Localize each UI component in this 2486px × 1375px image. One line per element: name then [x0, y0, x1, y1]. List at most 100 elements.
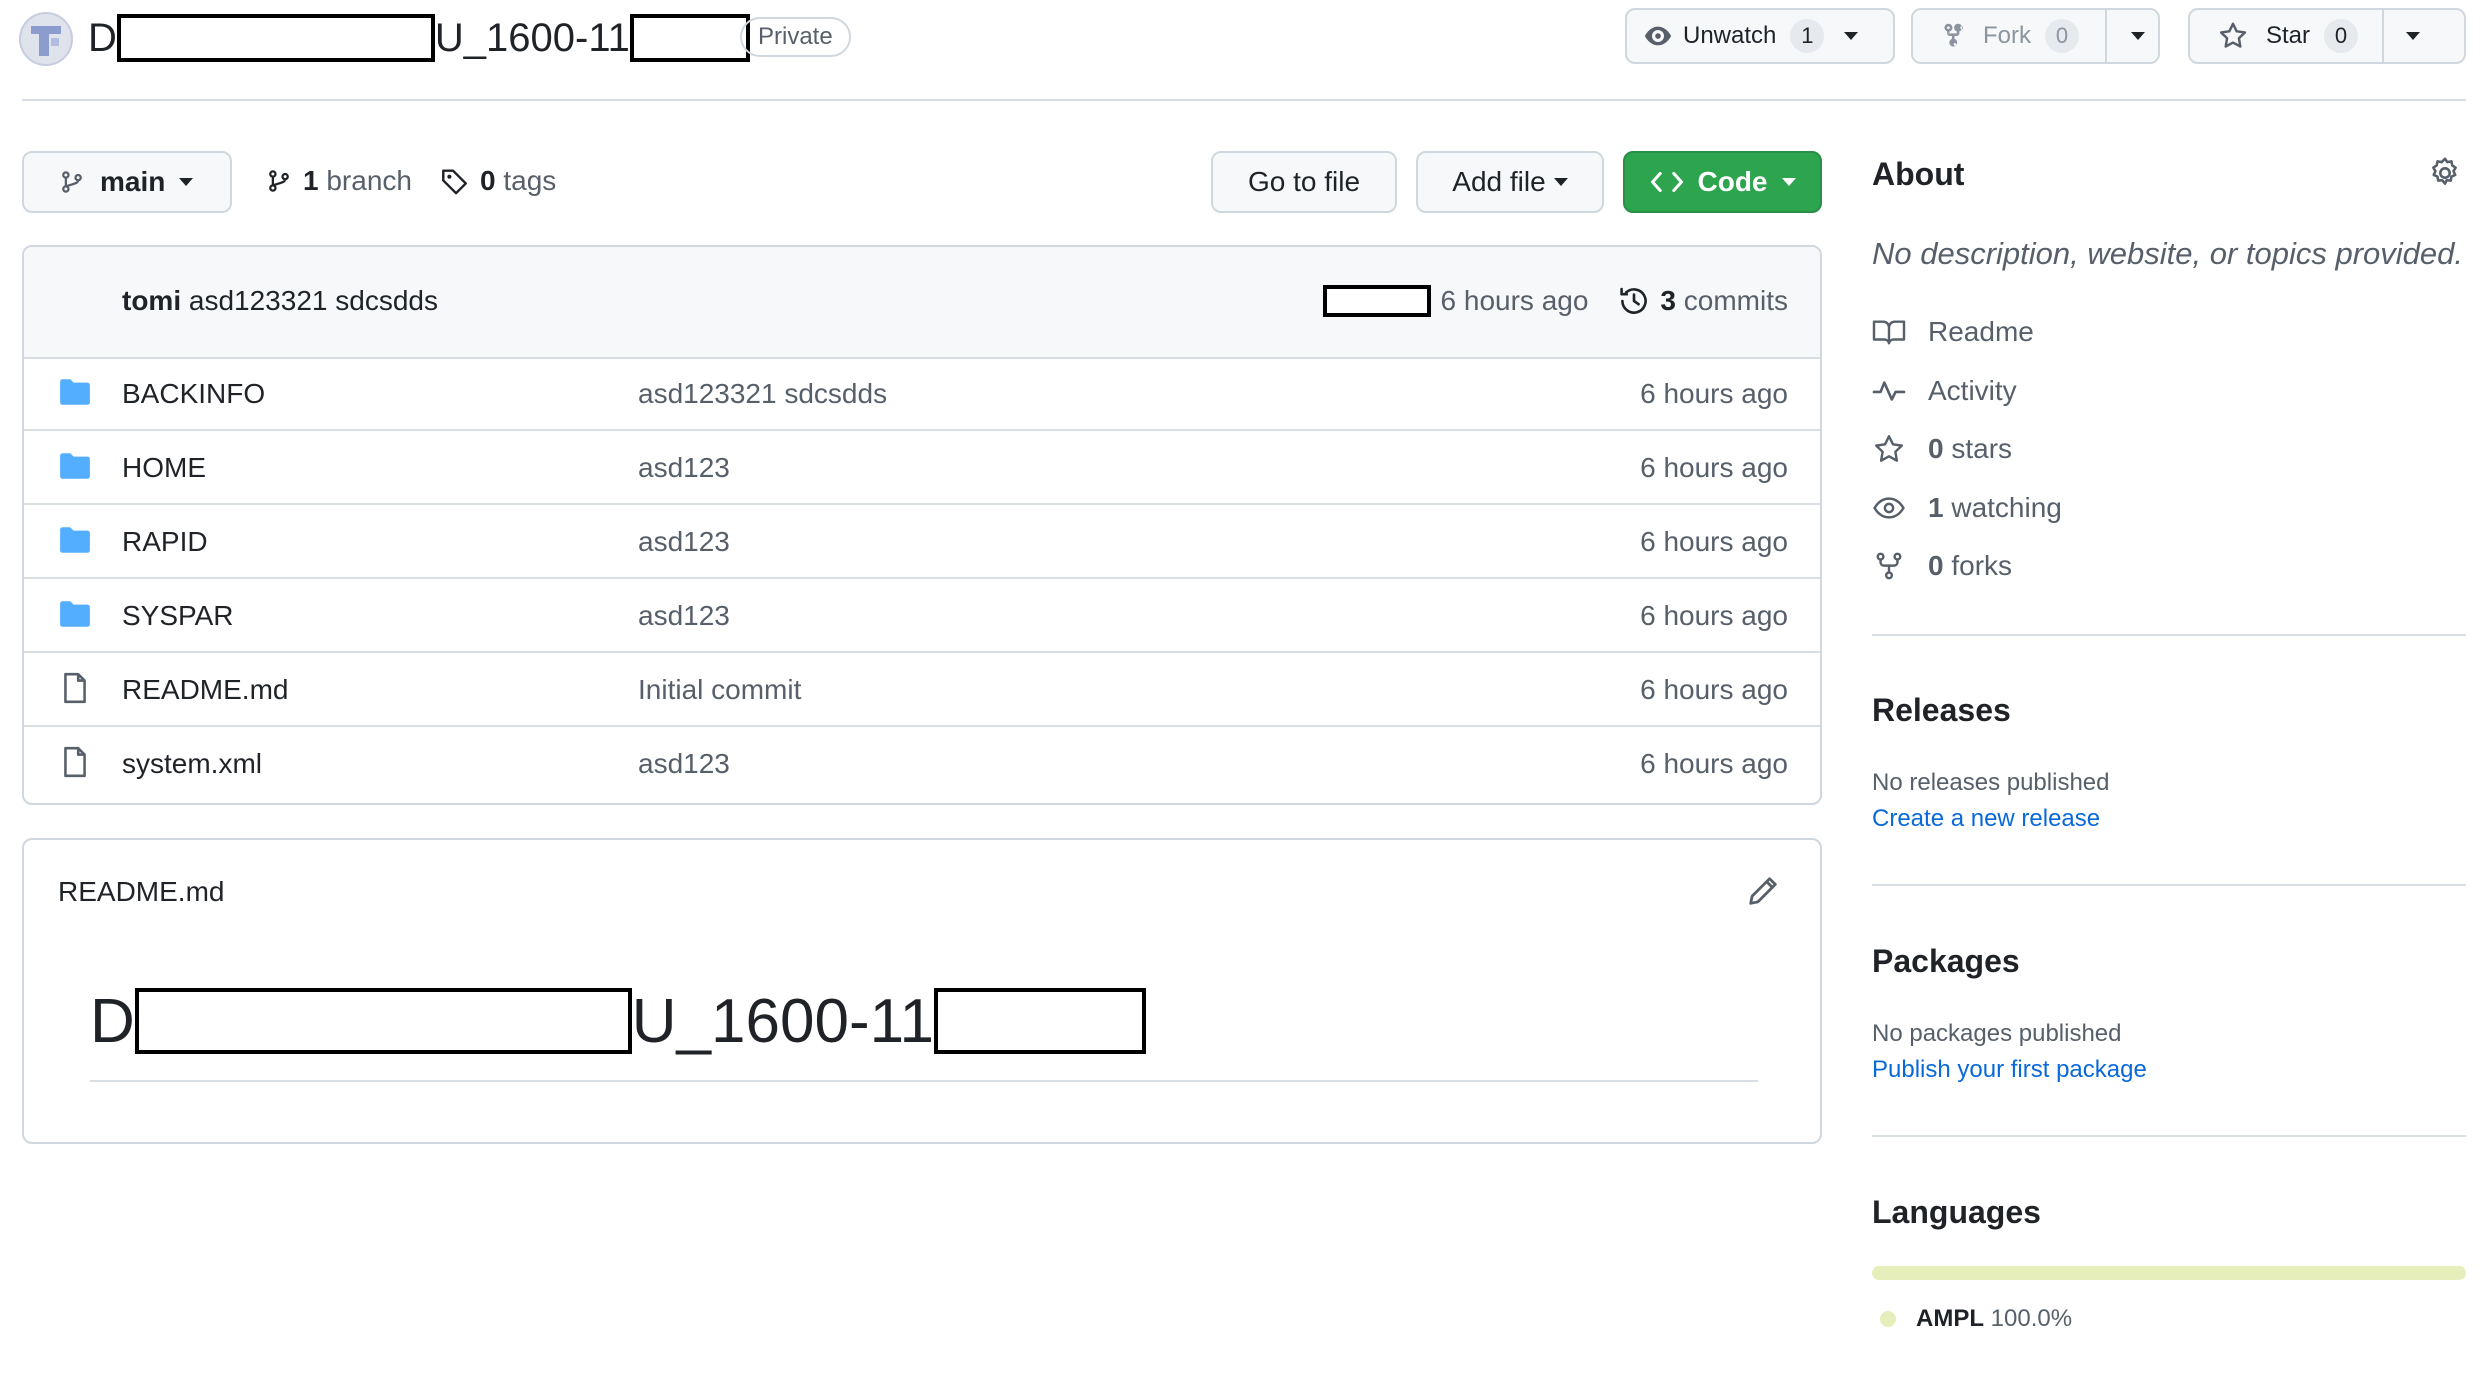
watch-count: 1 — [1790, 19, 1825, 53]
activity-link-label: Activity — [1928, 375, 2017, 406]
file-icon — [58, 671, 92, 710]
file-name[interactable]: system.xml — [122, 727, 262, 801]
file-commit-message[interactable]: asd123 — [638, 431, 730, 505]
branch-icon — [269, 170, 289, 192]
commit-summary[interactable]: tomi asd123321 sdcsdds — [122, 247, 438, 355]
file-commit-message[interactable]: asd123321 sdcsdds — [638, 357, 887, 431]
owner-avatar[interactable] — [19, 12, 73, 66]
star-icon — [2219, 22, 2247, 48]
activity-link[interactable]: Activity — [1872, 371, 2017, 411]
forks-label: forks — [1951, 550, 2013, 581]
about-settings-button[interactable] — [2428, 156, 2462, 190]
caret-down-icon — [1553, 178, 1568, 186]
file-browser: tomi asd123321 sdcsdds 6 hours ago 3 com… — [22, 245, 1822, 805]
sidebar-divider — [1872, 884, 2466, 886]
stars-label: stars — [1951, 433, 2013, 464]
file-name[interactable]: BACKINFO — [122, 357, 265, 431]
branches-link[interactable]: 1 branch — [265, 160, 412, 202]
star-button-group: Star 0 — [2188, 8, 2466, 64]
code-label: Code — [1697, 166, 1768, 197]
readme-panel: README.md D U_1600-11 — [22, 838, 1822, 1144]
unwatch-dropdown[interactable] — [1840, 10, 1874, 62]
sidebar-divider — [1872, 1135, 2466, 1137]
file-commit-message[interactable]: asd123 — [638, 727, 730, 801]
fork-icon — [1876, 552, 1902, 580]
branch-count: 1 — [303, 165, 319, 196]
file-row[interactable]: SYSPAR asd123 6 hours ago — [24, 579, 1820, 653]
language-name: AMPL — [1916, 1305, 1984, 1332]
commit-author[interactable]: tomi — [122, 285, 181, 316]
commit-message[interactable]: asd123321 sdcsdds — [189, 285, 438, 316]
file-row[interactable]: system.xml asd123 6 hours ago — [24, 727, 1820, 801]
fork-button[interactable]: Fork 0 — [1913, 10, 2105, 62]
file-commit-time: 6 hours ago — [1640, 600, 1788, 631]
commits-link[interactable]: 3 commits — [1618, 285, 1788, 317]
file-commit-time: 6 hours ago — [1640, 526, 1788, 557]
stars-link[interactable]: 0 stars — [1872, 429, 2012, 469]
star-icon — [1875, 435, 1903, 462]
watching-label: watching — [1951, 492, 2062, 523]
commit-info: 6 hours ago 3 commits — [1322, 247, 1788, 355]
unwatch-label: Unwatch — [1683, 22, 1777, 49]
readme-link[interactable]: Readme — [1872, 312, 2034, 352]
packages-empty: No packages published — [1872, 1020, 2122, 1047]
branch-selector[interactable]: main — [22, 151, 232, 213]
file-row[interactable]: RAPID asd123 6 hours ago — [24, 505, 1820, 579]
redacted-block — [933, 988, 1146, 1054]
readme-filename[interactable]: README.md — [58, 876, 224, 908]
tags-link[interactable]: 0 tags — [440, 160, 556, 202]
tag-label: tags — [503, 165, 557, 196]
packages-title[interactable]: Packages — [1872, 943, 2020, 980]
languages-title: Languages — [1872, 1194, 2041, 1230]
commit-count: 3 — [1660, 285, 1676, 316]
readme-heading-rule — [90, 1080, 1758, 1082]
redacted-block — [629, 14, 750, 62]
readme-heading-middle: U_1600-11 — [631, 986, 934, 1056]
branch-label: branch — [326, 165, 412, 196]
header-divider — [22, 99, 2466, 101]
file-name[interactable]: HOME — [122, 431, 206, 505]
create-release-link[interactable]: Create a new release — [1872, 805, 2100, 833]
file-name[interactable]: README.md — [122, 653, 288, 727]
publish-package-link[interactable]: Publish your first package — [1872, 1056, 2147, 1084]
fork-dropdown[interactable] — [2105, 10, 2169, 62]
star-dropdown[interactable] — [2382, 10, 2442, 62]
file-row[interactable]: README.md Initial commit 6 hours ago — [24, 653, 1820, 727]
repo-name[interactable]: D U_1600-11 — [88, 10, 750, 66]
book-icon — [1872, 320, 1906, 345]
file-row[interactable]: HOME asd123 6 hours ago — [24, 431, 1820, 505]
unwatch-button[interactable]: Unwatch 1 — [1625, 8, 1895, 64]
star-count: 0 — [2324, 19, 2359, 53]
eye-icon — [1644, 26, 1672, 46]
language-bar — [1872, 1266, 2466, 1280]
add-file-button[interactable]: Add file — [1416, 151, 1604, 213]
redacted-block — [116, 14, 435, 62]
watchers-link[interactable]: 1 watching — [1872, 488, 2062, 528]
file-commit-message[interactable]: asd123 — [638, 579, 730, 653]
language-item[interactable]: AMPL 100.0% — [1880, 1304, 2072, 1334]
repo-header: D U_1600-11 Private Unwatch 1 Fork 0 Sta… — [0, 0, 2486, 102]
file-commit-time: 6 hours ago — [1640, 748, 1788, 779]
file-name[interactable]: RAPID — [122, 505, 208, 579]
code-button[interactable]: Code — [1623, 151, 1822, 213]
go-to-file-button[interactable]: Go to file — [1211, 151, 1397, 213]
caret-down-icon — [1844, 32, 1859, 40]
file-name[interactable]: SYSPAR — [122, 579, 234, 653]
caret-down-icon — [179, 178, 194, 186]
file-commit-message[interactable]: asd123 — [638, 505, 730, 579]
file-commit-message[interactable]: Initial commit — [638, 653, 801, 727]
file-icon — [58, 745, 92, 784]
language-percent: 100.0% — [1990, 1305, 2073, 1332]
stars-count: 0 — [1928, 433, 1944, 464]
pencil-icon — [1749, 877, 1777, 905]
file-commit-time: 6 hours ago — [1640, 378, 1788, 409]
edit-readme-button[interactable] — [1746, 874, 1782, 910]
star-button[interactable]: Star 0 — [2190, 10, 2382, 62]
watching-count: 1 — [1928, 492, 1944, 523]
folder-icon — [58, 451, 92, 486]
folder-icon — [58, 377, 92, 412]
releases-title[interactable]: Releases — [1872, 692, 2011, 729]
file-row[interactable]: BACKINFO asd123321 sdcsdds 6 hours ago — [24, 357, 1820, 431]
visibility-badge: Private — [740, 17, 851, 57]
forks-link[interactable]: 0 forks — [1872, 546, 2012, 586]
